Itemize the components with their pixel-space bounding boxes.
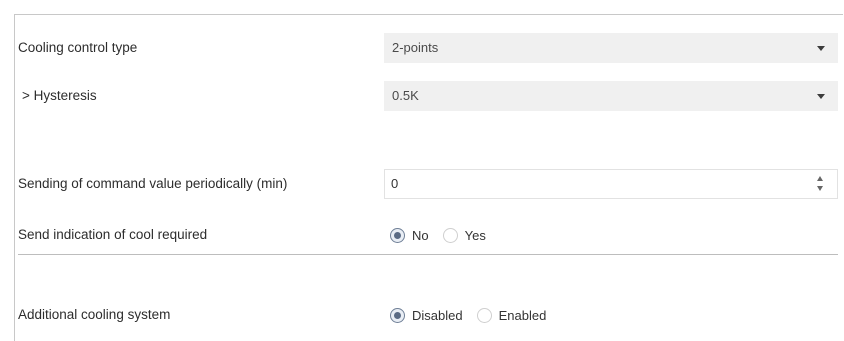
send-indication-label: Send indication of cool required [18,227,208,242]
hysteresis-control: 0.5K [384,81,838,111]
radio-selected-icon[interactable] [390,227,405,243]
row-additional-cooling: Additional cooling system Disabled Enabl… [18,300,838,330]
send-indication-radio-group: No Yes [390,220,500,250]
chevron-down-icon[interactable] [817,46,825,51]
cooling-control-type-label: Cooling control type [18,40,138,55]
radio-unselected-icon[interactable] [442,227,458,243]
additional-cooling-label: Additional cooling system [18,307,171,322]
row-cooling-control-type: Cooling control type 2-points [18,33,838,63]
spin-up-icon[interactable] [817,176,823,181]
hysteresis-select[interactable]: 0.5K [384,81,838,111]
spin-arrows-icon[interactable] [817,176,825,192]
sending-period-control: 0 [384,169,838,199]
radio-unselected-icon[interactable] [476,307,492,323]
send-indication-control: No Yes [384,220,838,250]
cooling-control-type-control: 2-points [384,33,838,63]
row-sending-period: Sending of command value periodically (m… [18,169,838,199]
panel-corner [710,0,844,14]
cooling-control-type-select[interactable]: 2-points [384,33,838,63]
send-indication-radio-no[interactable]: No [390,227,429,243]
hysteresis-label: > Hysteresis [22,88,97,103]
send-indication-no-label: No [412,227,429,243]
additional-cooling-radio-disabled[interactable]: Disabled [390,307,463,323]
cooling-control-type-value: 2-points [392,40,439,55]
sending-period-label: Sending of command value periodically (m… [18,176,288,191]
hysteresis-value: 0.5K [392,88,419,103]
additional-cooling-radio-enabled[interactable]: Enabled [476,307,547,323]
sending-period-value: 0 [391,176,399,191]
radio-selected-icon[interactable] [390,307,405,323]
sending-period-input[interactable]: 0 [384,169,838,199]
additional-cooling-disabled-label: Disabled [412,307,463,323]
additional-cooling-radio-group: Disabled Enabled [390,300,560,330]
spin-down-icon[interactable] [817,186,823,191]
additional-cooling-enabled-label: Enabled [498,307,547,323]
row-hysteresis: > Hysteresis 0.5K [18,81,838,111]
section-divider [18,254,838,255]
row-send-indication: Send indication of cool required No Yes [18,220,838,250]
send-indication-radio-yes[interactable]: Yes [442,227,486,243]
chevron-down-icon[interactable] [817,94,825,99]
additional-cooling-control: Disabled Enabled [384,300,838,330]
send-indication-yes-label: Yes [464,227,486,243]
